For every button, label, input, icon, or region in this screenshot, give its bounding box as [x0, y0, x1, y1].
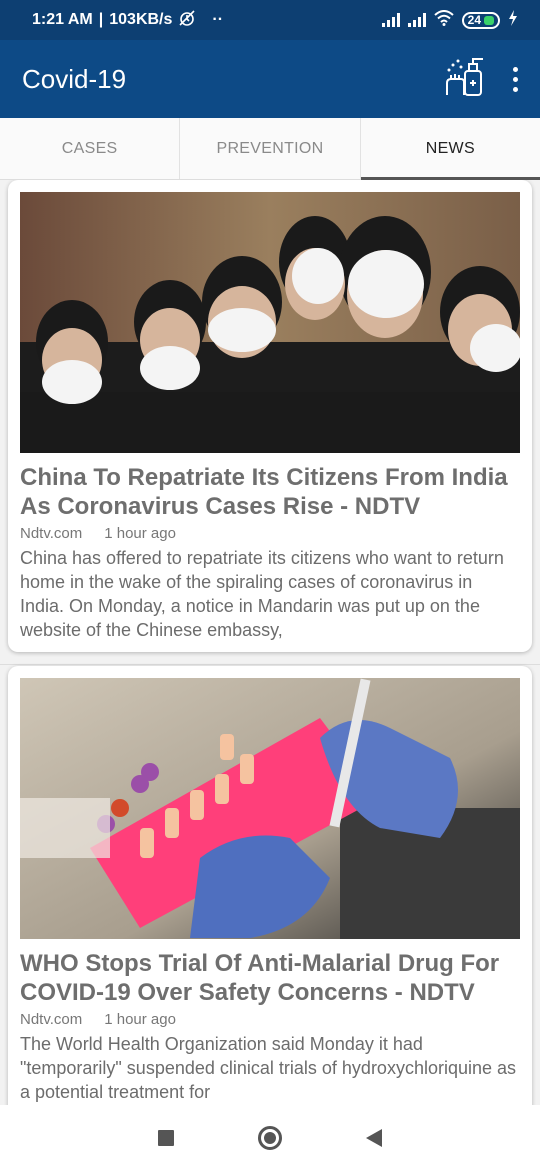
cell-signal-icon	[381, 13, 400, 27]
status-bar: 1:21 AM | 103KB/s ·· 24	[0, 0, 540, 40]
tab-bar: CASES PREVENTION NEWS	[0, 118, 540, 180]
home-circle-icon[interactable]	[258, 1125, 282, 1150]
article-title[interactable]: China To Repatriate Its Citizens From In…	[20, 463, 520, 521]
article-meta: Ndtv.com 1 hour ago	[20, 1011, 520, 1028]
charging-icon	[508, 9, 518, 31]
status-dots: ··	[212, 11, 224, 28]
status-time: 1:21 AM	[32, 11, 93, 28]
article-meta: Ndtv.com 1 hour ago	[20, 525, 520, 542]
tab-prevention[interactable]: PREVENTION	[180, 118, 361, 179]
news-image-lab-test-tubes[interactable]	[20, 678, 520, 939]
article-source: Ndtv.com	[20, 525, 83, 542]
news-card[interactable]: China To Repatriate Its Citizens From In…	[8, 180, 532, 652]
app-title: Covid-19	[22, 63, 127, 94]
article-time: 1 hour ago	[104, 525, 176, 542]
article-source: Ndtv.com	[20, 1011, 83, 1028]
wifi-icon	[433, 9, 454, 31]
tab-news[interactable]: NEWS	[360, 118, 540, 180]
article-title[interactable]: WHO Stops Trial Of Anti-Malarial Drug Fo…	[20, 949, 520, 1007]
divider	[0, 664, 540, 665]
article-description: China has offered to repatriate its citi…	[20, 548, 504, 640]
system-nav-bar	[0, 1105, 540, 1170]
battery-level: 24	[467, 13, 481, 27]
recents-square-icon[interactable]	[158, 1129, 174, 1146]
back-triangle-icon[interactable]	[366, 1128, 382, 1147]
article-description: The World Health Organization said Monda…	[20, 1034, 517, 1102]
tab-cases[interactable]: CASES	[0, 118, 181, 179]
article-time: 1 hour ago	[104, 1011, 176, 1028]
more-vert-icon[interactable]	[513, 66, 518, 92]
news-image-masked-people[interactable]	[20, 192, 520, 453]
alarm-off-icon	[178, 9, 196, 32]
status-speed: 103KB/s	[109, 11, 173, 28]
news-card[interactable]: WHO Stops Trial Of Anti-Malarial Drug Fo…	[8, 666, 532, 1105]
app-bar: Covid-19	[0, 40, 540, 118]
hand-sanitizer-icon[interactable]	[443, 55, 487, 104]
battery-icon: 24	[461, 11, 500, 29]
cell-signal-2-icon	[407, 13, 426, 27]
news-feed[interactable]: China To Repatriate Its Citizens From In…	[0, 180, 540, 1105]
